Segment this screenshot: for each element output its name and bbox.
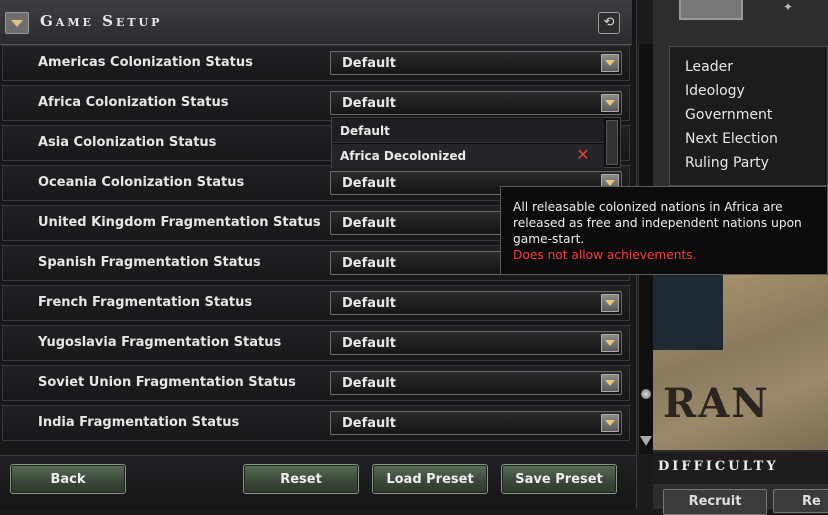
bottom-bar: Back Reset Load Preset Save Preset — [0, 455, 636, 510]
tooltip-warning: Does not allow achievements. — [513, 248, 697, 262]
save-preset-button[interactable]: Save Preset — [501, 464, 617, 494]
setting-dropdown[interactable]: Default — [330, 51, 622, 75]
panel-header: Game Setup ⟲ — [0, 0, 632, 45]
recruit-button[interactable]: Recruit — [663, 489, 767, 515]
setting-row-france: French Fragmentation Status Default — [2, 285, 630, 321]
setting-label: Americas Colonization Status — [38, 55, 253, 70]
scroll-down-icon[interactable] — [640, 436, 652, 446]
dropdown-value: Default — [342, 96, 396, 111]
setting-label: Oceania Colonization Status — [38, 175, 245, 190]
setting-dropdown[interactable]: Default — [330, 91, 622, 115]
map-country-label: RAN — [663, 380, 770, 427]
difficulty-label: Difficulty — [658, 459, 779, 474]
chevron-down-icon[interactable] — [601, 334, 619, 352]
chevron-down-icon[interactable] — [601, 374, 619, 392]
setting-label: Africa Colonization Status — [38, 95, 229, 110]
setting-row-india: India Fragmentation Status Default — [2, 405, 630, 441]
setting-label: United Kingdom Fragmentation Status — [38, 215, 321, 230]
info-ruling-party: Ruling Party — [685, 155, 769, 171]
setting-dropdown[interactable]: Default — [330, 291, 622, 315]
setting-label: India Fragmentation Status — [38, 415, 240, 430]
second-recruit-button[interactable]: Re — [773, 489, 828, 513]
dropdown-list: Default Africa Decolonized ✕ — [331, 117, 621, 168]
dropdown-value: Default — [342, 376, 396, 391]
difficulty-bar: Difficulty — [653, 452, 828, 484]
map-water — [653, 270, 723, 350]
emblem-icon: ✦ — [783, 0, 794, 14]
leader-portrait[interactable] — [679, 0, 743, 20]
chevron-down-icon[interactable] — [601, 294, 619, 312]
setting-label: Spanish Fragmentation Status — [38, 255, 261, 270]
setting-dropdown[interactable]: Default — [330, 371, 622, 395]
info-government: Government — [685, 107, 773, 123]
setting-dropdown[interactable]: Default — [330, 331, 622, 355]
dropdown-value: Default — [342, 296, 396, 311]
setting-label: French Fragmentation Status — [38, 295, 253, 310]
dropdown-value: Default — [342, 416, 396, 431]
scroll-thumb[interactable] — [641, 389, 651, 399]
reset-icon[interactable]: ⟲ — [598, 12, 620, 34]
info-next-election: Next Election — [685, 131, 778, 147]
country-info-box: Leader Ideology Government Next Election… — [669, 46, 828, 186]
back-button[interactable]: Back — [10, 464, 126, 494]
dropdown-value: Default — [342, 56, 396, 71]
no-achievements-icon: ✕ — [576, 145, 590, 164]
chevron-down-icon[interactable] — [601, 414, 619, 432]
info-leader: Leader — [685, 59, 734, 75]
info-ideology: Ideology — [685, 83, 745, 99]
chevron-down-icon[interactable] — [601, 54, 619, 72]
tooltip-text: All releasable colonized nations in Afri… — [513, 200, 802, 246]
reset-button[interactable]: Reset — [243, 464, 359, 494]
dropdown-value: Default — [342, 256, 396, 271]
load-preset-button[interactable]: Load Preset — [372, 464, 488, 494]
setting-label: Soviet Union Fragmentation Status — [38, 375, 296, 390]
setting-row-americas: Americas Colonization Status Default — [2, 45, 630, 81]
setting-row-soviet: Soviet Union Fragmentation Status Defaul… — [2, 365, 630, 401]
setting-row-yugoslavia: Yugoslavia Fragmentation Status Default — [2, 325, 630, 361]
setting-dropdown[interactable]: Default — [330, 411, 622, 435]
chevron-down-icon[interactable] — [601, 94, 619, 112]
dropdown-value: Default — [342, 216, 396, 231]
dropdown-option-africa-decolonized[interactable]: Africa Decolonized — [332, 144, 604, 168]
dropdown-value: Default — [342, 176, 396, 191]
dropdown-scrollbar[interactable] — [606, 120, 618, 165]
panel-title: Game Setup — [40, 12, 163, 30]
tooltip: All releasable colonized nations in Afri… — [500, 186, 828, 275]
dropdown-value: Default — [342, 336, 396, 351]
setting-label: Yugoslavia Fragmentation Status — [38, 335, 282, 350]
setting-label: Asia Colonization Status — [38, 135, 217, 150]
dropdown-option-default[interactable]: Default — [332, 119, 604, 143]
setting-row-africa: Africa Colonization Status Default — [2, 85, 630, 121]
collapse-button[interactable] — [5, 12, 29, 34]
